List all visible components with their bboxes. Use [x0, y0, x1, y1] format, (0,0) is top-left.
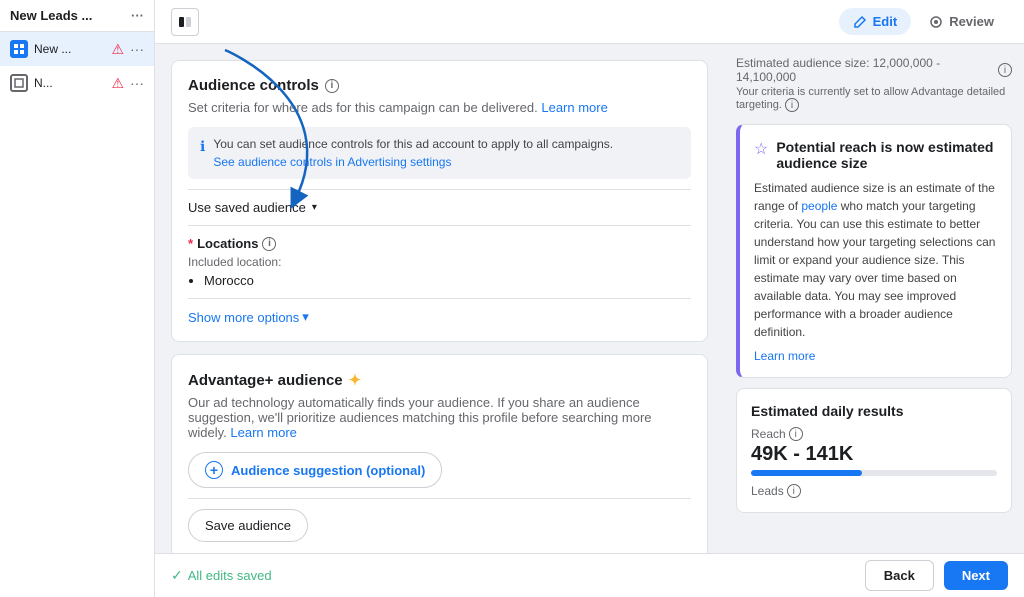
people-link[interactable]: people	[801, 199, 837, 213]
sidebar-item-new1[interactable]: New ... ⚠ ···	[0, 32, 154, 66]
content-area: Audience controls i Set criteria for whe…	[155, 44, 1024, 553]
advantage-star-icon: ✦	[349, 371, 362, 389]
sidebar-item-more-icon-1[interactable]: ···	[130, 41, 144, 57]
location-item: Morocco	[204, 273, 691, 288]
sidebar-item-warning-icon-2: ⚠	[111, 75, 124, 92]
potential-reach-header: ☆ Potential reach is now estimated audie…	[754, 139, 997, 171]
sidebar-item-icon-new2	[10, 74, 28, 92]
reach-bar-fill	[751, 470, 862, 476]
advantage-audience-title: Advantage+ audience ✦	[188, 371, 691, 389]
show-more-options-link[interactable]: Show more options ▾	[188, 309, 691, 325]
est-size-note-info-icon[interactable]: i	[785, 98, 799, 112]
audience-controls-learn-more-link[interactable]: Learn more	[541, 100, 607, 115]
save-audience-button[interactable]: Save audience	[188, 509, 308, 542]
leads-info-icon[interactable]: i	[787, 484, 801, 498]
tab-edit[interactable]: Edit	[839, 8, 912, 35]
info-banner-text: You can set audience controls for this a…	[213, 137, 613, 151]
reach-label: Reach i	[751, 427, 997, 441]
divider-4	[188, 498, 691, 499]
reach-value: 49K - 141K	[751, 443, 997, 466]
reach-info-icon[interactable]: i	[789, 427, 803, 441]
divider-2	[188, 225, 691, 226]
locations-label: * Locations i	[188, 236, 691, 251]
audience-controls-info-icon[interactable]: i	[325, 79, 339, 93]
sidebar-item-icon-new1	[10, 40, 28, 58]
potential-reach-title: Potential reach is now estimated audienc…	[776, 139, 997, 171]
est-size-note: Your criteria is currently set to allow …	[736, 86, 1012, 112]
tab-group: Edit Review	[839, 8, 1008, 35]
info-banner: ℹ You can set audience controls for this…	[188, 127, 691, 179]
divider-3	[188, 298, 691, 299]
divider-1	[188, 189, 691, 190]
potential-reach-learn-more-link[interactable]: Learn more	[754, 349, 997, 363]
potential-reach-body: Estimated audience size is an estimate o…	[754, 179, 997, 341]
potential-reach-star-icon: ☆	[754, 139, 768, 159]
footer: ✓ All edits saved Back Next	[155, 553, 1024, 597]
sidebar-header-more-icon[interactable]: ···	[131, 8, 144, 23]
tab-edit-label: Edit	[873, 14, 898, 29]
locations-info-icon[interactable]: i	[262, 237, 276, 251]
audience-controls-card: Audience controls i Set criteria for whe…	[171, 60, 708, 342]
sidebar-title: New Leads ...	[10, 8, 92, 23]
tab-review[interactable]: Review	[915, 8, 1008, 35]
use-saved-audience-dropdown[interactable]: Use saved audience ▾	[188, 200, 691, 215]
location-list: Morocco	[188, 273, 691, 288]
sidebar-item-label-new2: N...	[34, 76, 105, 90]
check-icon: ✓	[171, 567, 183, 584]
locations-required-star: *	[188, 236, 193, 251]
show-more-chevron-icon: ▾	[302, 309, 309, 325]
sidebar-item-more-icon-2[interactable]: ···	[130, 75, 144, 91]
advantage-audience-card: Advantage+ audience ✦ Our ad technology …	[171, 354, 708, 553]
topbar: Edit Review	[155, 0, 1024, 44]
sidebar: New Leads ... ··· New ... ⚠ ··· N... ⚠ ·…	[0, 0, 155, 597]
est-size-info-icon[interactable]: i	[998, 63, 1012, 77]
tab-review-label: Review	[949, 14, 994, 29]
est-size-label: Estimated audience size: 12,000,000 - 14…	[736, 56, 1012, 84]
all-edits-saved: ✓ All edits saved	[171, 567, 272, 584]
sidebar-item-new2[interactable]: N... ⚠ ···	[0, 66, 154, 100]
use-saved-audience-label: Use saved audience	[188, 200, 306, 215]
estimated-daily-title: Estimated daily results	[751, 403, 997, 419]
audience-controls-title: Audience controls i	[188, 77, 691, 94]
sidebar-item-warning-icon-1: ⚠	[111, 41, 124, 58]
right-panel: Estimated audience size: 12,000,000 - 14…	[724, 44, 1024, 553]
collapse-sidebar-button[interactable]	[171, 8, 199, 36]
est-size-section: Estimated audience size: 12,000,000 - 14…	[736, 56, 1012, 114]
audience-suggestion-button[interactable]: + Audience suggestion (optional)	[188, 452, 442, 488]
estimated-daily-card: Estimated daily results Reach i 49K - 14…	[736, 388, 1012, 513]
next-button[interactable]: Next	[944, 561, 1008, 590]
leads-label: Leads i	[751, 484, 997, 498]
reach-bar	[751, 470, 997, 476]
plus-icon: +	[205, 461, 223, 479]
form-panel: Audience controls i Set criteria for whe…	[155, 44, 724, 553]
back-button[interactable]: Back	[865, 560, 934, 591]
potential-reach-card: ☆ Potential reach is now estimated audie…	[736, 124, 1012, 378]
info-banner-icon: ℹ	[200, 138, 205, 155]
included-location-label: Included location:	[188, 255, 691, 269]
advantage-audience-subtitle: Our ad technology automatically finds yo…	[188, 395, 691, 440]
sidebar-item-label-new1: New ...	[34, 42, 105, 56]
main-content: Edit Review Audience controls	[155, 0, 1024, 597]
audience-controls-subtitle: Set criteria for where ads for this camp…	[188, 100, 691, 115]
ad-settings-link[interactable]: See audience controls in Advertising set…	[213, 155, 613, 169]
use-saved-audience-chevron-icon: ▾	[312, 202, 317, 213]
sidebar-header: New Leads ... ···	[0, 0, 154, 32]
main-wrapper: Edit Review Audience controls	[155, 0, 1024, 597]
advantage-learn-more-link[interactable]: Learn more	[230, 425, 296, 440]
